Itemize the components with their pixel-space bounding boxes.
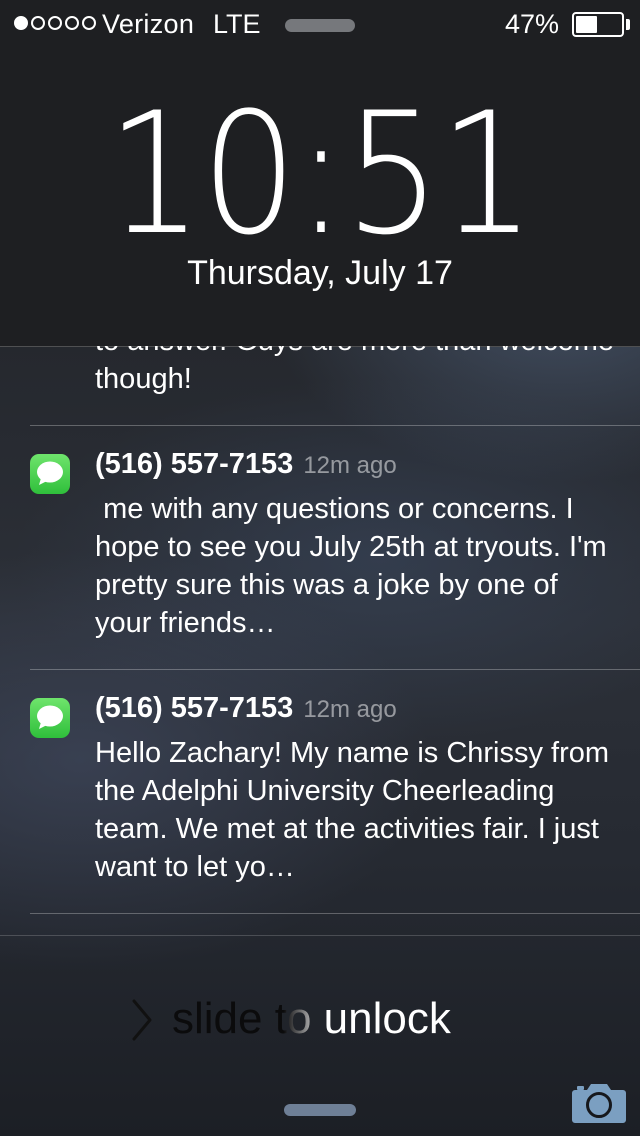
notification-sender: (516) 557-7153 12m ago (95, 448, 397, 481)
notification-time: 12m ago (303, 696, 397, 723)
messages-icon (30, 454, 70, 494)
status-bar: Verizon LTE 47% (0, 0, 640, 48)
battery-icon (572, 12, 624, 37)
status-bar-pill (285, 19, 355, 32)
chevron-right-icon (132, 999, 152, 1041)
carrier-name: Verizon (102, 9, 195, 39)
lock-date: Thursday, July 17 (187, 254, 453, 292)
notification-separator (30, 669, 640, 670)
sender-number: (516) 557-7153 (95, 692, 294, 724)
bottom-divider (0, 935, 640, 936)
partial-notification-text[interactable]: to answer. Guys are more than welcome th… (95, 346, 615, 398)
notification-sender: (516) 557-7153 12m ago (95, 692, 397, 725)
messages-icon (30, 698, 70, 738)
sender-number: (516) 557-7153 (95, 448, 294, 480)
clock-time: 10:51 (106, 76, 536, 272)
grabber-handle[interactable] (284, 1104, 356, 1116)
notification-list[interactable]: to answer. Guys are more than welcome th… (0, 346, 640, 936)
notification-time: 12m ago (303, 452, 397, 479)
notification-body: me with any questions or concerns. I hop… (95, 493, 615, 639)
notification-separator (30, 425, 640, 426)
lock-header-panel: Verizon LTE 47% 10:51 Thursday, July 17 (0, 0, 640, 347)
signal-strength-icon (14, 16, 96, 30)
camera-icon[interactable] (571, 1080, 627, 1124)
battery-level-fill (576, 16, 597, 33)
battery-nub (626, 19, 630, 30)
slide-to-unlock-label[interactable]: slide to unlock (172, 994, 451, 1044)
notification-body: Hello Zachary! My name is Chrissy from t… (95, 737, 618, 883)
notification-separator (30, 913, 640, 914)
lock-clock: 10:51 (0, 90, 640, 258)
battery-percentage: 47% (505, 9, 560, 39)
network-type: LTE (213, 9, 261, 39)
